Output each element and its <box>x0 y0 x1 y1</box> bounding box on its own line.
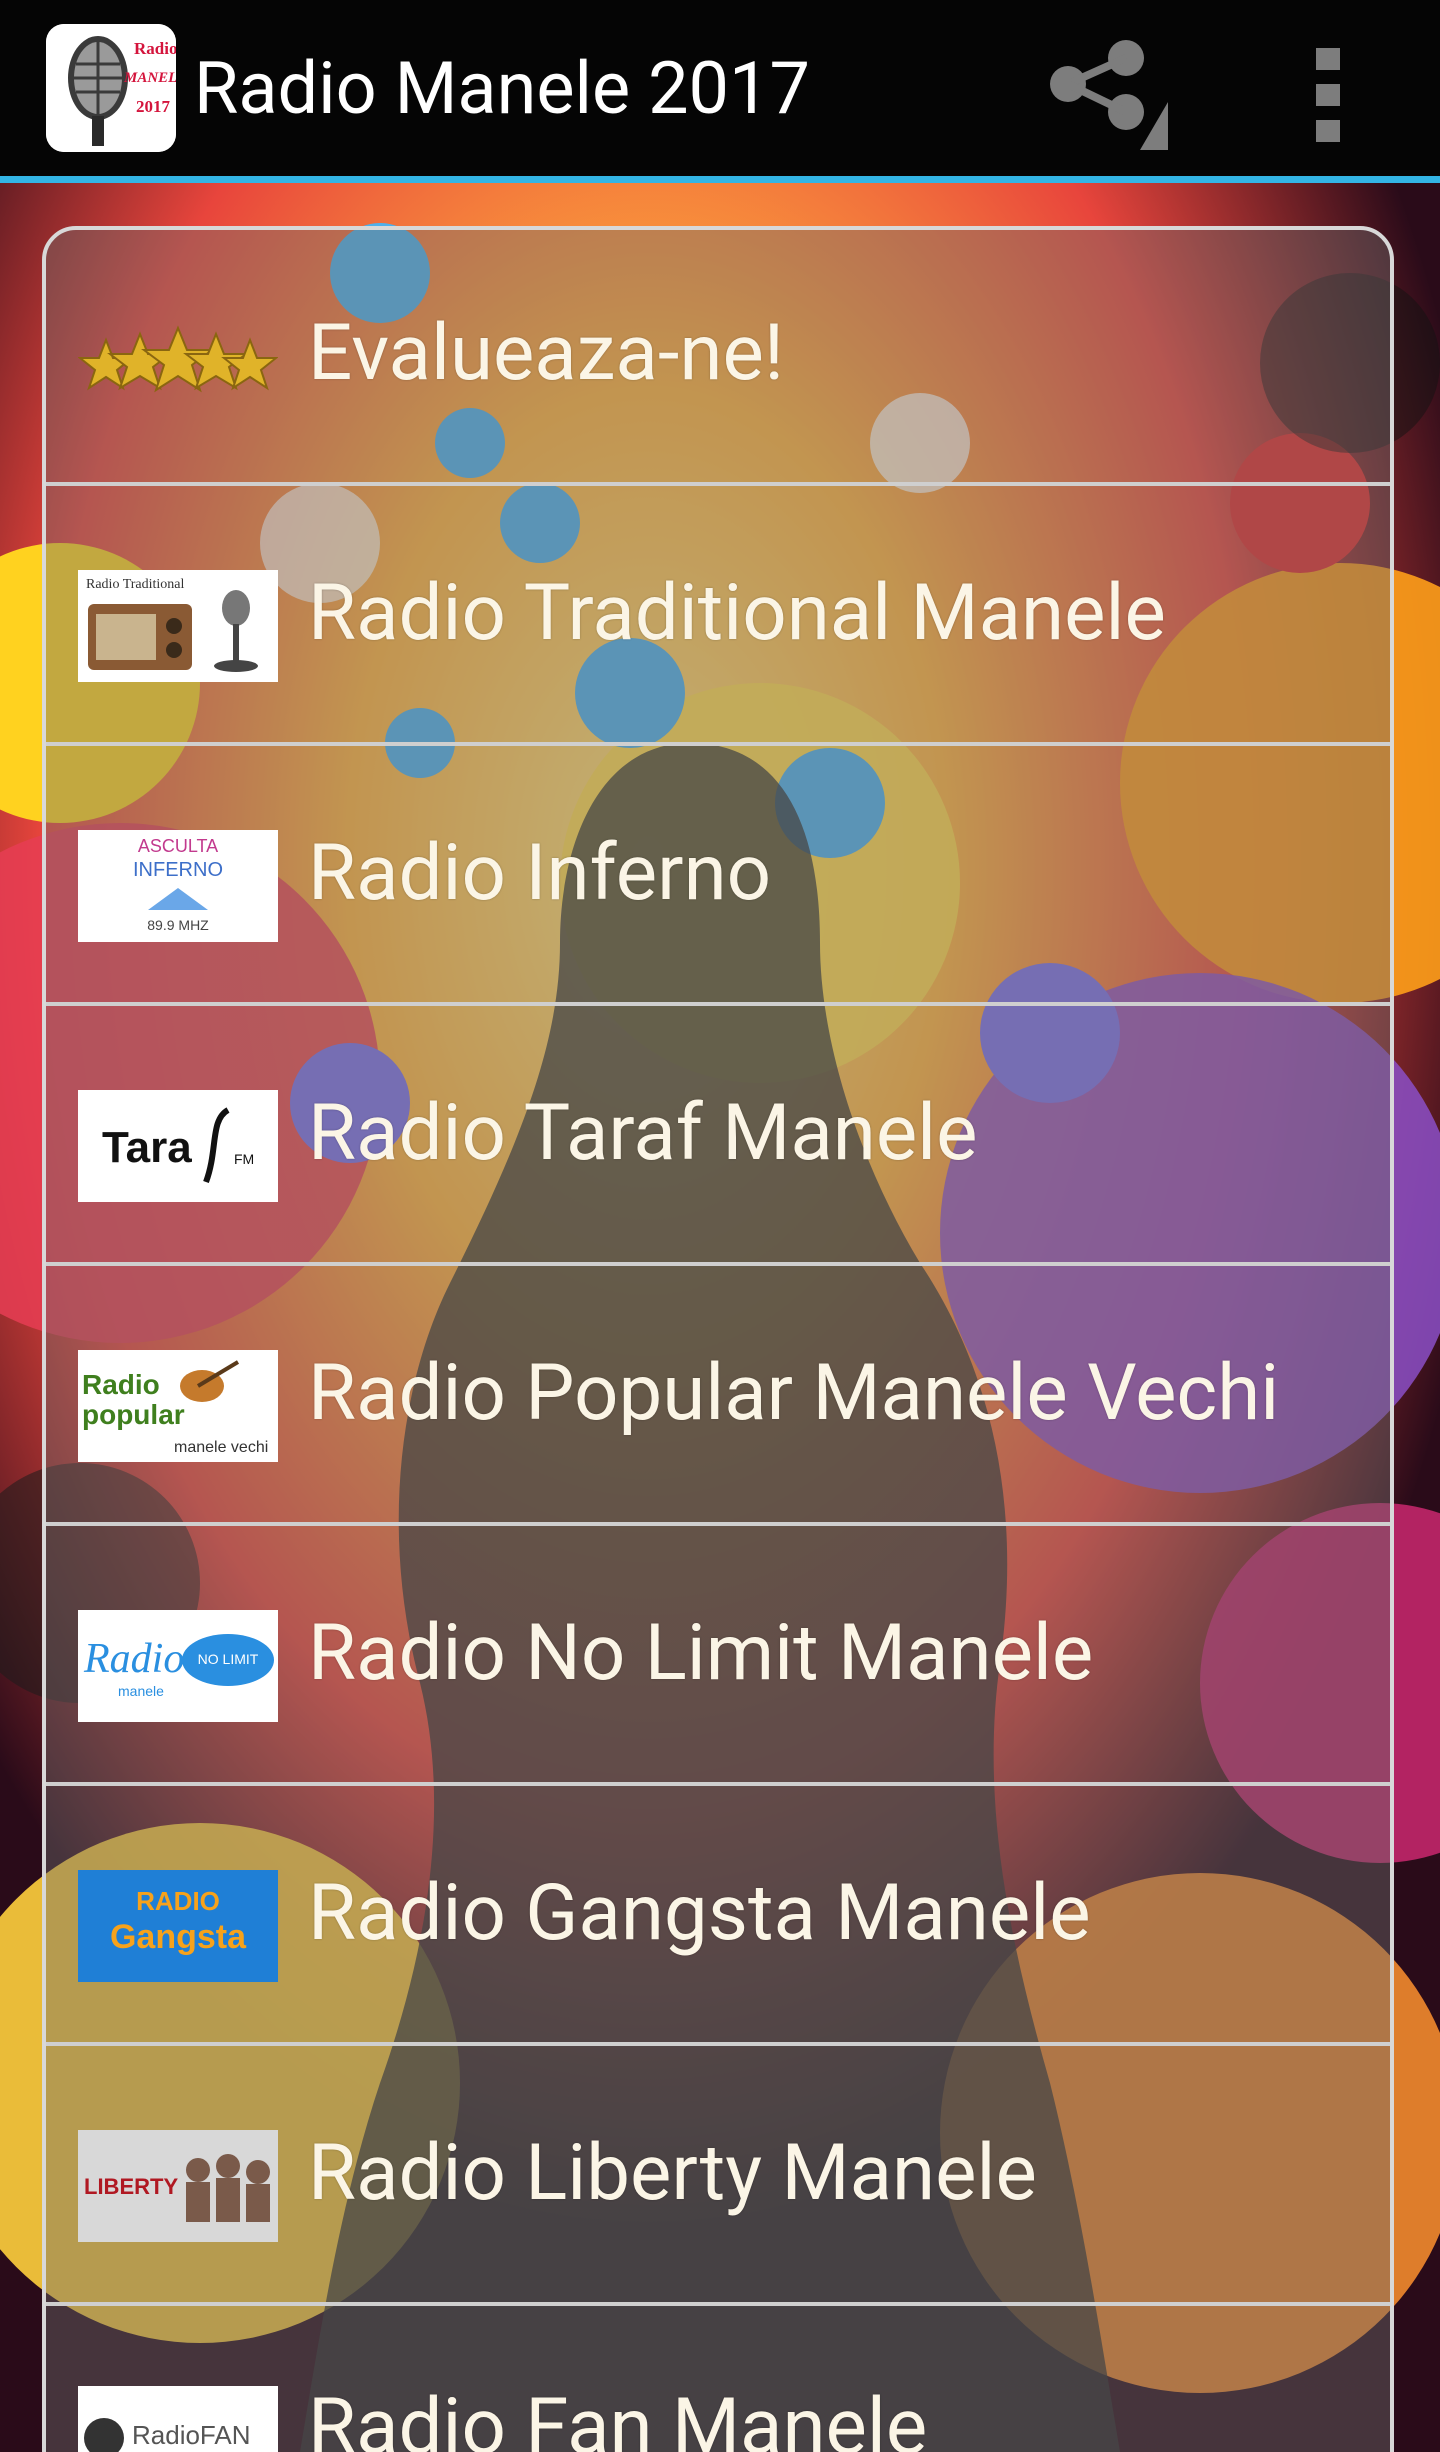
radio-liberty-logo: LIBERTY <box>78 2130 278 2242</box>
overflow-menu-icon <box>1316 48 1340 142</box>
share-button[interactable] <box>1040 30 1180 160</box>
logo-text-2: Gangsta <box>110 1918 247 1956</box>
logo-text-2: FM <box>234 1151 254 1167</box>
logo-text-1: RadioFAN <box>132 2420 251 2450</box>
radio-popular-logo: Radio popular manele vechi <box>78 1350 278 1462</box>
logo-text: Radio Traditional <box>86 577 185 592</box>
list-item-label: Radio Traditional Manele <box>308 568 1166 659</box>
logo-text-3: manele vechi <box>174 1439 268 1456</box>
logo-text-1: LIBERTY <box>84 2174 178 2199</box>
list-item-label: Radio Popular Manele Vechi <box>308 1348 1280 1439</box>
radio-no-limit-logo: Radio NO LIMIT manele <box>78 1610 278 1722</box>
logo-text-1: RADIO <box>136 1886 220 1916</box>
list-item-radio-no-limit[interactable]: Radio NO LIMIT manele Radio No Limit Man… <box>46 1530 1390 1786</box>
logo-text-2: NO LIMIT <box>198 1651 259 1667</box>
list-item-radio-popular[interactable]: Radio popular manele vechi Radio Popular… <box>46 1270 1390 1526</box>
list-item-label: Radio Taraf Manele <box>308 1088 978 1179</box>
radio-fan-logo: RadioFAN <box>78 2386 278 2452</box>
list-item-radio-gangsta[interactable]: RADIO Gangsta Radio Gangsta Manele <box>46 1790 1390 2046</box>
share-icon <box>1050 40 1168 150</box>
list-item-radio-liberty[interactable]: LIBERTY Radio Liberty Manele <box>46 2050 1390 2306</box>
logo-text-1: Tara <box>102 1123 192 1172</box>
list-item-label: Radio Gangsta Manele <box>308 1868 1091 1959</box>
station-list: Evalueaza-ne! Radio Traditional Radio Tr… <box>42 226 1394 2452</box>
logo-text-1: Radio <box>83 1636 184 1682</box>
logo-text-3: manele <box>118 1683 164 1699</box>
microphone-app-icon[interactable]: Radio MANELE 2017 <box>46 24 176 152</box>
list-item-radio-taraf[interactable]: Tara FM Radio Taraf Manele <box>46 1010 1390 1266</box>
logo-text-2: INFERNO <box>133 859 223 881</box>
list-item-label: Radio No Limit Manele <box>308 1608 1094 1699</box>
taraf-fm-logo: Tara FM <box>78 1090 278 1202</box>
list-item-label: Radio Fan Manele <box>308 2382 928 2452</box>
list-item-label: Radio Inferno <box>308 828 772 919</box>
app-icon-text-manele: MANELE <box>123 70 176 86</box>
app-icon-text-radio: Radio <box>134 39 176 58</box>
list-item-label: Radio Liberty Manele <box>308 2128 1037 2219</box>
action-bar: Radio MANELE 2017 Radio Manele 2017 <box>0 0 1440 176</box>
action-bar-accent-line <box>0 176 1440 183</box>
logo-text-1: Radio <box>82 1369 160 1400</box>
list-item-radio-fan[interactable]: RadioFAN Radio Fan Manele <box>46 2310 1390 2452</box>
logo-text-1: ASCULTA <box>138 836 218 856</box>
overflow-menu-button[interactable] <box>1290 30 1370 160</box>
five-stars-icon <box>78 310 278 422</box>
list-item-radio-inferno[interactable]: ASCULTA INFERNO 89.9 MHZ Radio Inferno <box>46 750 1390 1006</box>
list-item-radio-traditional[interactable]: Radio Traditional Radio Traditional Mane… <box>46 490 1390 746</box>
radio-traditional-logo: Radio Traditional <box>78 570 278 682</box>
screen: Radio MANELE 2017 Radio Manele 2017 <box>0 0 1440 2452</box>
radio-gangsta-logo: RADIO Gangsta <box>78 1870 278 1982</box>
list-item-rate-us[interactable]: Evalueaza-ne! <box>46 230 1390 486</box>
app-icon-text-year: 2017 <box>136 97 171 116</box>
logo-text-3: 89.9 MHZ <box>147 917 209 933</box>
list-item-label: Evalueaza-ne! <box>308 308 784 399</box>
logo-text-2: popular <box>82 1399 185 1430</box>
radio-inferno-logo: ASCULTA INFERNO 89.9 MHZ <box>78 830 278 942</box>
app-title: Radio Manele 2017 <box>194 46 810 131</box>
